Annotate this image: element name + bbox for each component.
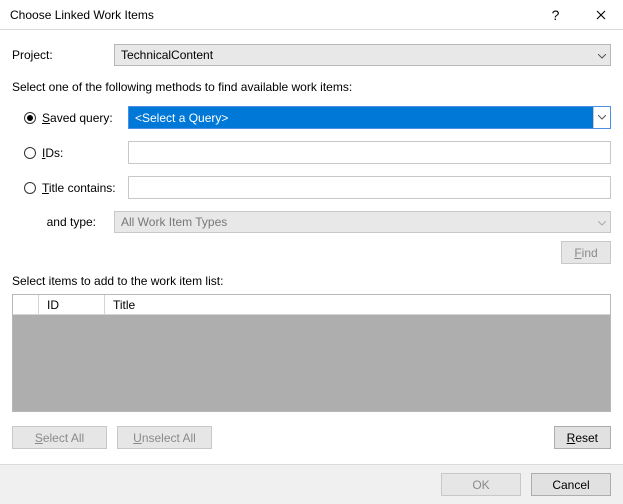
ok-button[interactable]: OK xyxy=(441,473,521,496)
grid-col-title[interactable]: Title xyxy=(105,295,610,314)
grid-body xyxy=(13,315,610,411)
cancel-button[interactable]: Cancel xyxy=(531,473,611,496)
saved-query-dropdown-button[interactable] xyxy=(593,107,610,128)
selection-buttons-row: Select All Unselect All Reset xyxy=(12,426,611,449)
dialog-window: Choose Linked Work Items ? Project: Tech… xyxy=(0,0,623,504)
help-button[interactable]: ? xyxy=(533,0,578,30)
chevron-down-icon xyxy=(598,215,606,229)
find-button[interactable]: Find xyxy=(561,241,611,264)
saved-query-label: Saved query: xyxy=(42,111,128,125)
instruction-text: Select one of the following methods to f… xyxy=(12,80,611,94)
ids-row: IDs: xyxy=(12,141,611,164)
grid-col-check[interactable] xyxy=(13,295,39,314)
saved-query-combo[interactable]: <Select a Query> xyxy=(128,106,611,129)
grid-header: ID Title xyxy=(13,295,610,315)
and-type-value: All Work Item Types xyxy=(121,215,227,229)
grid-label: Select items to add to the work item lis… xyxy=(12,274,611,288)
close-icon xyxy=(596,10,606,20)
and-type-label: and type: xyxy=(12,215,114,229)
chevron-down-icon xyxy=(598,48,606,62)
close-button[interactable] xyxy=(578,0,623,30)
saved-query-row: Saved query: <Select a Query> xyxy=(12,106,611,129)
dialog-footer: OK Cancel xyxy=(0,464,623,504)
dialog-title: Choose Linked Work Items xyxy=(10,8,533,22)
and-type-row: and type: All Work Item Types xyxy=(12,211,611,233)
project-combo[interactable]: TechnicalContent xyxy=(114,44,611,66)
ids-label: IDs: xyxy=(42,146,128,160)
project-label: Project: xyxy=(12,48,114,62)
title-contains-radio[interactable] xyxy=(24,182,36,194)
unselect-all-button[interactable]: Unselect All xyxy=(117,426,212,449)
results-grid: ID Title xyxy=(12,294,611,412)
chevron-down-icon xyxy=(598,115,606,120)
find-row: Find xyxy=(12,241,611,264)
title-contains-label: Title contains: xyxy=(42,181,128,195)
saved-query-value: <Select a Query> xyxy=(129,107,593,128)
ids-input[interactable] xyxy=(128,141,611,164)
grid-col-id[interactable]: ID xyxy=(39,295,105,314)
project-value: TechnicalContent xyxy=(121,48,213,62)
project-row: Project: TechnicalContent xyxy=(12,44,611,66)
reset-button[interactable]: Reset xyxy=(554,426,611,449)
ids-radio[interactable] xyxy=(24,147,36,159)
select-all-button[interactable]: Select All xyxy=(12,426,107,449)
titlebar: Choose Linked Work Items ? xyxy=(0,0,623,30)
dialog-content: Project: TechnicalContent Select one of … xyxy=(0,30,623,449)
title-contains-row: Title contains: xyxy=(12,176,611,199)
and-type-combo: All Work Item Types xyxy=(114,211,611,233)
title-contains-input[interactable] xyxy=(128,176,611,199)
saved-query-radio[interactable] xyxy=(24,112,36,124)
